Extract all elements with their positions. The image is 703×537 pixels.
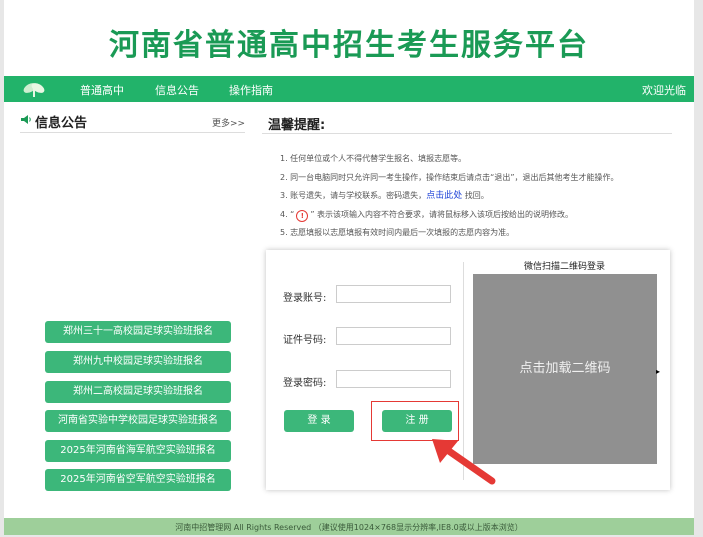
id-number-label: 证件号码: [283, 335, 327, 346]
notice-title: 温馨提醒: [268, 118, 326, 133]
signup-button-zz9-football[interactable]: 郑州九中校园足球实验班报名 [45, 351, 231, 373]
notice-item: 3. 账号遗失，请与学校联系。密码遗失，点击此处 找回。 [280, 189, 690, 208]
info-divider [20, 132, 245, 133]
notice-item: 2. 同一台电脑同时只允许同一考生操作，操作结束后请点击“退出”，退出后其他考生… [280, 172, 619, 182]
id-number-input[interactable] [336, 327, 451, 345]
nav-bar: 普通高中 信息公告 操作指南 欢迎光临 [4, 76, 694, 102]
password-input[interactable] [336, 370, 451, 388]
qr-title: 微信扫描二维码登录 [524, 262, 606, 272]
warning-icon: ! [296, 209, 309, 222]
welcome-text: 欢迎光临 [642, 84, 686, 97]
notice-text: 4. “ [280, 209, 295, 219]
cursor-mark-icon: ▸ [656, 367, 661, 376]
account-input[interactable] [336, 285, 451, 303]
nav-item-guide[interactable]: 操作指南 [229, 82, 273, 98]
notice-text: 3. 账号遗失，请与学校联系。密码遗失， [280, 191, 427, 200]
leaf-logo-icon [23, 83, 45, 97]
notice-item: 1. 任何单位或个人不得代替学生报名、填报志愿等。 [280, 154, 467, 163]
nav-item-info[interactable]: 信息公告 [155, 82, 199, 98]
notice-text: 找回。 [462, 191, 489, 200]
notice-list: 1. 任何单位或个人不得代替学生报名、填报志愿等。 2. 同一台电脑同时只允许同… [280, 152, 690, 245]
account-label: 登录账号: [283, 293, 327, 304]
signup-button-zz2-football[interactable]: 郑州二高校园足球实验班报名 [45, 381, 231, 403]
notice-divider [262, 133, 672, 134]
red-arrow-icon [432, 439, 496, 485]
footer: 河南中招管理网 All Rights Reserved （建议使用1024×76… [4, 518, 694, 535]
signup-button-navy-aviation[interactable]: 2025年河南省海军航空实验班报名 [45, 440, 231, 462]
notice-text: ” 表示该项输入内容不符合要求，请将鼠标移入该项后按给出的说明修改。 [310, 209, 574, 219]
qr-load-area[interactable]: 点击加载二维码 [473, 274, 657, 464]
signup-button-air-force-aviation[interactable]: 2025年河南省空军航空实验班报名 [45, 469, 231, 491]
nav-item-high-school[interactable]: 普通高中 [80, 82, 124, 98]
password-label: 登录密码: [283, 378, 327, 389]
more-link[interactable]: 更多>> [212, 116, 245, 129]
site-title: 河南省普通高中招生考生服务平台 [109, 28, 589, 63]
info-section-title: 信息公告 [35, 116, 88, 131]
notice-item: 4. “!” 表示该项输入内容不符合要求，请将鼠标移入该项后按给出的说明修改。 [280, 208, 690, 227]
notice-item: 5. 志愿填报以志愿填报有效时间内最后一次填报的志愿内容为准。 [280, 228, 515, 237]
login-button[interactable]: 登 录 [284, 410, 354, 432]
signup-button-zz31-football[interactable]: 郑州三十一高校园足球实验班报名 [45, 321, 231, 343]
signup-button-henan-experimental-football[interactable]: 河南省实验中学校园足球实验班报名 [45, 410, 231, 432]
recover-password-link[interactable]: 点击此处 [426, 191, 462, 201]
register-button[interactable]: 注 册 [382, 410, 452, 432]
speaker-icon [21, 115, 31, 124]
